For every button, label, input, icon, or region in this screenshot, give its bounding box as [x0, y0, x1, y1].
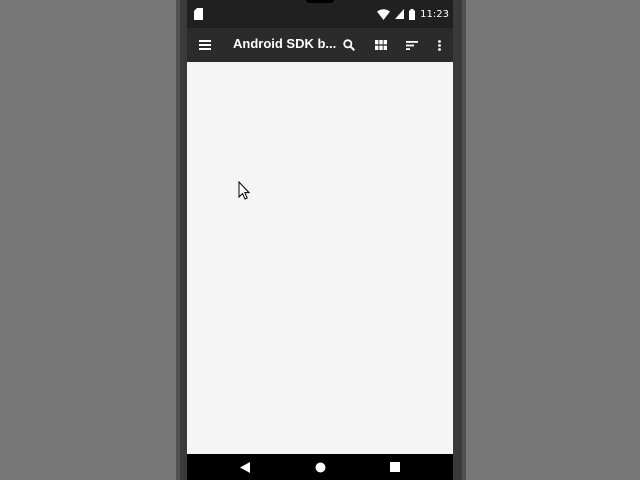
toolbar-title: Android SDK b...: [233, 36, 337, 51]
phone-screen: 11:23 Android SDK b...: [187, 0, 453, 480]
home-icon: [315, 462, 325, 472]
battery-icon: [409, 8, 416, 20]
recents-button[interactable]: [382, 454, 408, 480]
overflow-menu-button[interactable]: [426, 28, 452, 62]
app-toolbar: Android SDK b...: [187, 28, 453, 62]
video-frame: 11:23 Android SDK b...: [0, 0, 640, 480]
status-icons: 11:23: [377, 7, 449, 21]
back-icon: [240, 461, 250, 473]
content-area[interactable]: [187, 62, 453, 454]
recents-icon: [390, 462, 400, 472]
status-bar: 11:23: [187, 0, 453, 28]
sd-card-icon: [194, 8, 203, 20]
back-button[interactable]: [232, 454, 258, 480]
search-icon: [343, 39, 355, 51]
signal-icon: [395, 9, 405, 19]
navigation-bar: [187, 454, 453, 480]
menu-button[interactable]: [192, 28, 218, 62]
more-vert-icon: [437, 39, 441, 51]
menu-icon: [199, 40, 211, 50]
grid-view-button[interactable]: [368, 28, 394, 62]
sort-button[interactable]: [399, 28, 425, 62]
grid-view-icon: [375, 40, 387, 50]
status-time: 11:23: [420, 8, 449, 20]
search-button[interactable]: [336, 28, 362, 62]
sort-icon: [406, 40, 418, 50]
mouse-cursor-icon: [238, 181, 250, 200]
wifi-icon: [377, 8, 391, 20]
camera-notch: [306, 0, 334, 3]
home-button[interactable]: [307, 454, 333, 480]
